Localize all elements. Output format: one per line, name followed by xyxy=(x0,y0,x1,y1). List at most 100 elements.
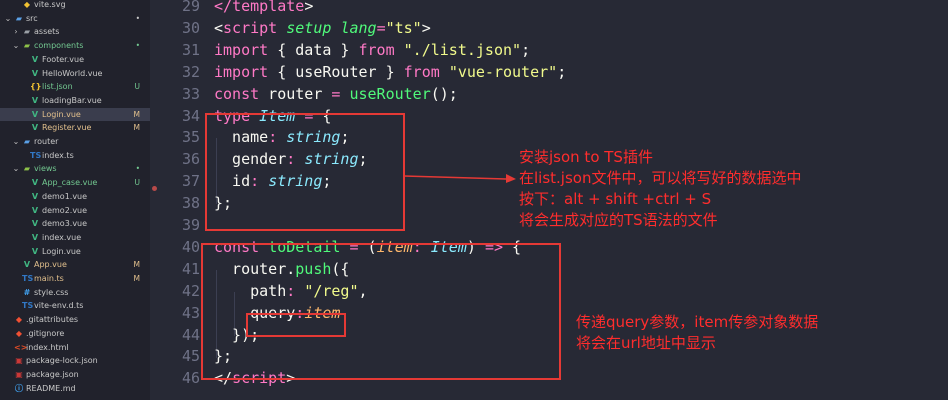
code-token: from xyxy=(403,62,440,81)
tree-item[interactable]: › ▰ assets xyxy=(0,25,150,38)
file-type-icon: V xyxy=(31,246,39,256)
tree-item-label: index.vue xyxy=(42,232,82,242)
tree-item-label: .gitignore xyxy=(26,328,65,338)
tree-item[interactable]: ⓘ README.md xyxy=(0,382,150,395)
code-token: const xyxy=(214,84,260,103)
tree-item-label: Register.vue xyxy=(42,123,92,133)
tree-item[interactable]: Vdemo1.vue xyxy=(0,190,150,203)
tree-item[interactable]: V Login.vue xyxy=(0,245,150,258)
tree-item[interactable]: V App_case.vue U xyxy=(0,176,150,189)
file-type-icon: ▣ xyxy=(15,369,23,379)
file-type-icon: V xyxy=(31,178,39,188)
type-definition-highlight xyxy=(205,113,405,231)
line-number: 31 xyxy=(181,40,200,59)
tree-item[interactable]: ◆ .gitignore xyxy=(0,327,150,340)
code-token: useRouter xyxy=(349,84,431,103)
tree-item[interactable]: ⌄ ▰ router xyxy=(0,135,150,148)
code-line: 30 <script setup lang="ts"> xyxy=(150,17,948,39)
tree-item[interactable]: V Register.vue M xyxy=(0,121,150,134)
tree-item-label: README.md xyxy=(26,383,76,393)
tree-item[interactable]: {} list.json U xyxy=(0,80,150,93)
code-token: from xyxy=(358,40,395,59)
chevron-down-icon[interactable]: ⌄ xyxy=(12,39,20,52)
file-type-icon: ⓘ xyxy=(15,383,23,393)
tree-item[interactable]: ◆ .gitattributes xyxy=(0,313,150,326)
tree-item[interactable]: V Login.vue M xyxy=(0,107,150,121)
tree-item[interactable]: <> index.html xyxy=(0,341,150,354)
tree-item-label: components xyxy=(34,41,84,51)
annotation-line: 将会生成对应的TS语法的文件 xyxy=(519,211,718,229)
tree-item[interactable]: V HelloWorld.vue xyxy=(0,67,150,80)
code-text: const router = useRouter(); xyxy=(214,83,458,105)
tree-item-label: vite-env.d.ts xyxy=(34,301,84,311)
tree-item[interactable]: VloadingBar.vue xyxy=(0,94,150,107)
file-type-icon: V xyxy=(31,191,39,201)
tree-item-label: Login.vue xyxy=(42,109,81,119)
code-text: <script setup lang="ts"> xyxy=(214,17,431,39)
code-line: 29 </template> xyxy=(150,0,948,17)
line-number: 35 xyxy=(181,128,200,147)
tree-item[interactable]: TS vite-env.d.ts xyxy=(0,299,150,312)
annotation-line: 将会在url地址中显示 xyxy=(576,334,716,352)
annotation-line: 按下：alt + shift +ctrl + S xyxy=(519,190,712,208)
tree-item[interactable]: ▣ package.json xyxy=(0,368,150,381)
code-token: "ts" xyxy=(385,18,422,37)
file-type-icon: {} xyxy=(30,82,42,92)
code-token: import xyxy=(214,62,269,81)
line-number: 39 xyxy=(181,216,200,234)
file-type-icon: V xyxy=(31,232,39,242)
line-number: 41 xyxy=(181,259,200,278)
tree-item[interactable]: TS index.ts xyxy=(0,149,150,162)
git-status-badge: • xyxy=(135,13,140,23)
tree-item[interactable]: Vdemo3.vue xyxy=(0,217,150,230)
annotation-arrow xyxy=(403,174,516,183)
git-status-badge: • xyxy=(135,164,140,174)
annotation-line: 安装json to TS插件 xyxy=(519,148,653,166)
line-number: 44 xyxy=(181,325,200,344)
file-type-icon: V xyxy=(31,219,39,229)
tree-item-label: style.css xyxy=(34,287,69,297)
tree-item-label: demo1.vue xyxy=(42,191,88,201)
tree-item[interactable]: ◆ vite.svg xyxy=(0,0,150,11)
tree-item[interactable]: ⌄ ▰ views • xyxy=(0,162,150,175)
file-type-icon: V xyxy=(31,68,39,78)
tree-item[interactable]: # style.css xyxy=(0,286,150,299)
breakpoint-marker xyxy=(152,186,157,191)
line-number: 29 xyxy=(181,0,200,15)
file-type-icon: V xyxy=(31,109,39,119)
line-number: 40 xyxy=(181,237,200,256)
chevron-right-icon[interactable]: › xyxy=(12,25,20,38)
code-token: setup xyxy=(286,18,332,37)
tree-item-label: App_case.vue xyxy=(42,178,98,188)
tree-item-label: package-lock.json xyxy=(26,356,98,366)
code-token: import xyxy=(214,40,269,59)
tree-item-label: App.vue xyxy=(34,260,67,270)
tree-item-label: list.json xyxy=(42,82,73,92)
file-type-icon: ▣ xyxy=(15,356,23,366)
tree-item[interactable]: V Footer.vue xyxy=(0,53,150,66)
tree-item-label: demo3.vue xyxy=(42,219,88,229)
file-type-icon: ▰ xyxy=(23,41,31,51)
git-status-badge: U xyxy=(134,82,141,92)
tree-item[interactable]: V App.vue M xyxy=(0,258,150,271)
git-status-badge: U xyxy=(134,178,141,188)
code-text: import { data } from "./list.json"; xyxy=(214,39,530,61)
file-type-icon: TS xyxy=(30,150,42,160)
code-token: "vue-router" xyxy=(448,62,558,81)
tree-item[interactable]: ⌄ ▰ src • xyxy=(0,12,150,25)
tree-item[interactable]: ▣ package-lock.json xyxy=(0,354,150,367)
file-explorer: ◆ vite.svg ⌄ ▰ src • › ▰ assets ⌄ ▰ components • V Foo… xyxy=(0,0,150,400)
chevron-down-icon[interactable]: ⌄ xyxy=(4,12,12,25)
type-annotation-note: 安装json to TS插件 在list.json文件中，可以将写好的数据选中 按下… xyxy=(519,147,801,231)
chevron-down-icon[interactable]: ⌄ xyxy=(12,135,20,148)
chevron-down-icon[interactable]: ⌄ xyxy=(12,162,20,175)
tree-item-label: index.ts xyxy=(42,150,74,160)
code-token: (); xyxy=(430,84,458,103)
code-token: ; xyxy=(521,40,531,59)
tree-item[interactable]: Vdemo2.vue xyxy=(0,204,150,217)
tree-item[interactable]: ⌄ ▰ components • xyxy=(0,39,150,52)
tree-item[interactable]: Vindex.vue xyxy=(0,231,150,244)
tree-item[interactable]: TS main.ts M xyxy=(0,272,150,285)
